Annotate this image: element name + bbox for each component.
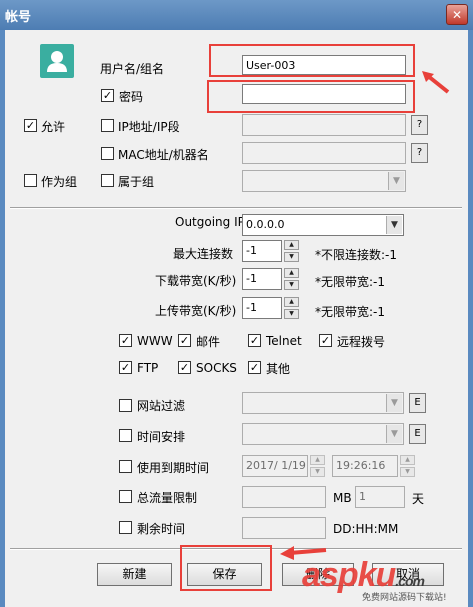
allow-label: 允许 — [41, 120, 66, 134]
highlight-box-username — [209, 44, 415, 77]
belongs-group-checkbox[interactable] — [101, 174, 114, 187]
max-conn-spinner[interactable]: ▲ ▼ — [284, 240, 299, 262]
service-mail-checkbox[interactable]: ✓ — [178, 334, 191, 347]
service-socks-label: SOCKS — [196, 361, 237, 375]
download-spinner[interactable]: ▲ ▼ — [284, 268, 299, 290]
mac-help-button[interactable]: ? — [411, 143, 428, 163]
outgoing-ip-label: Outgoing IP — [175, 215, 245, 229]
service-telnet-checkbox[interactable]: ✓ — [248, 334, 261, 347]
watermark-logo-suffix: .com — [395, 573, 425, 589]
chevron-down-icon: ▼ — [388, 172, 404, 190]
download-label: 下载带宽(K/秒) — [155, 274, 237, 288]
traffic-days-unit: 天 — [412, 492, 425, 506]
watermark-tagline: 免费网站源码下载站! — [362, 593, 447, 603]
username-label: 用户名/组名 — [100, 62, 165, 76]
service-other-checkbox[interactable]: ✓ — [248, 361, 261, 374]
service-socks-checkbox[interactable]: ✓ — [178, 361, 191, 374]
service-ftp-label: FTP — [137, 361, 159, 375]
title-bar: 帐号 ✕ — [0, 0, 473, 30]
remaining-format: DD:HH:MM — [333, 522, 399, 536]
new-button[interactable]: 新建 — [97, 563, 172, 586]
ip-help-button[interactable]: ? — [411, 115, 428, 135]
schedule-edit-button[interactable]: E — [409, 424, 426, 444]
remaining-input[interactable] — [242, 517, 326, 539]
belongs-group-label: 属于组 — [118, 175, 155, 189]
watermark-logo-text: aspku — [302, 556, 396, 594]
upload-input[interactable]: -1 — [242, 297, 282, 319]
schedule-select[interactable]: ▼ — [242, 423, 404, 445]
web-filter-edit-button[interactable]: E — [409, 393, 426, 413]
password-label: 密码 — [119, 90, 144, 104]
expiry-time-input[interactable]: 19:26:16 — [332, 455, 398, 477]
service-ftp-checkbox[interactable]: ✓ — [119, 361, 132, 374]
separator — [10, 207, 462, 209]
user-avatar-icon — [40, 44, 74, 78]
download-hint: *无限带宽:-1 — [315, 275, 386, 289]
expiry-time-spinner[interactable]: ▲ ▼ — [400, 455, 415, 477]
allow-checkbox[interactable]: ✓ — [24, 119, 37, 132]
chevron-down-icon: ▼ — [386, 425, 402, 443]
max-conn-input[interactable]: -1 — [242, 240, 282, 262]
service-mail-label: 邮件 — [196, 335, 221, 349]
download-input[interactable]: -1 — [242, 268, 282, 290]
as-group-checkbox[interactable] — [24, 174, 37, 187]
web-filter-select[interactable]: ▼ — [242, 392, 404, 414]
max-conn-label: 最大连接数 — [173, 247, 234, 261]
ip-label: IP地址/IP段 — [118, 120, 180, 134]
service-www-label: WWW — [137, 334, 173, 348]
upload-label: 上传带宽(K/秒) — [155, 304, 237, 318]
upload-hint: *无限带宽:-1 — [315, 305, 386, 319]
max-conn-hint: *不限连接数:-1 — [315, 248, 398, 262]
mac-input[interactable] — [242, 142, 406, 164]
close-button[interactable]: ✕ — [446, 4, 468, 25]
service-dialup-checkbox[interactable]: ✓ — [319, 334, 332, 347]
highlight-box-save — [180, 545, 272, 591]
remaining-label: 剩余时间 — [137, 522, 186, 536]
traffic-unit: MB — [333, 491, 352, 505]
group-select[interactable]: ▼ — [242, 170, 406, 192]
web-filter-checkbox[interactable] — [119, 399, 132, 412]
service-dialup-label: 远程拨号 — [337, 335, 386, 349]
window-title: 帐号 — [5, 10, 32, 25]
expiry-date-spinner[interactable]: ▲ ▼ — [310, 455, 325, 477]
outgoing-ip-value: 0.0.0.0 — [246, 218, 285, 231]
password-checkbox[interactable]: ✓ — [101, 89, 114, 102]
schedule-checkbox[interactable] — [119, 429, 132, 442]
outgoing-ip-select[interactable]: 0.0.0.0 ▼ — [242, 214, 404, 236]
remaining-checkbox[interactable] — [119, 521, 132, 534]
traffic-input[interactable] — [242, 486, 326, 508]
service-other-label: 其他 — [266, 362, 291, 376]
expiry-date-input[interactable]: 2017/ 1/19 — [242, 455, 308, 477]
ip-checkbox[interactable] — [101, 119, 114, 132]
traffic-label: 总流量限制 — [137, 491, 198, 505]
web-filter-label: 网站过滤 — [137, 399, 186, 413]
arrow-pointer-username-icon — [422, 71, 450, 94]
service-www-checkbox[interactable]: ✓ — [119, 334, 132, 347]
highlight-box-password — [207, 80, 415, 113]
mac-checkbox[interactable] — [101, 147, 114, 160]
schedule-label: 时间安排 — [137, 430, 186, 444]
ip-input[interactable] — [242, 114, 406, 136]
service-telnet-label: Telnet — [266, 334, 302, 348]
traffic-checkbox[interactable] — [119, 490, 132, 503]
expiry-checkbox[interactable] — [119, 460, 132, 473]
chevron-down-icon: ▼ — [386, 394, 402, 412]
chevron-down-icon: ▼ — [386, 216, 402, 234]
as-group-label: 作为组 — [41, 175, 78, 189]
traffic-days-input[interactable]: 1 — [355, 486, 405, 508]
mac-label: MAC地址/机器名 — [118, 148, 209, 162]
expiry-label: 使用到期时间 — [137, 461, 210, 475]
upload-spinner[interactable]: ▲ ▼ — [284, 297, 299, 319]
